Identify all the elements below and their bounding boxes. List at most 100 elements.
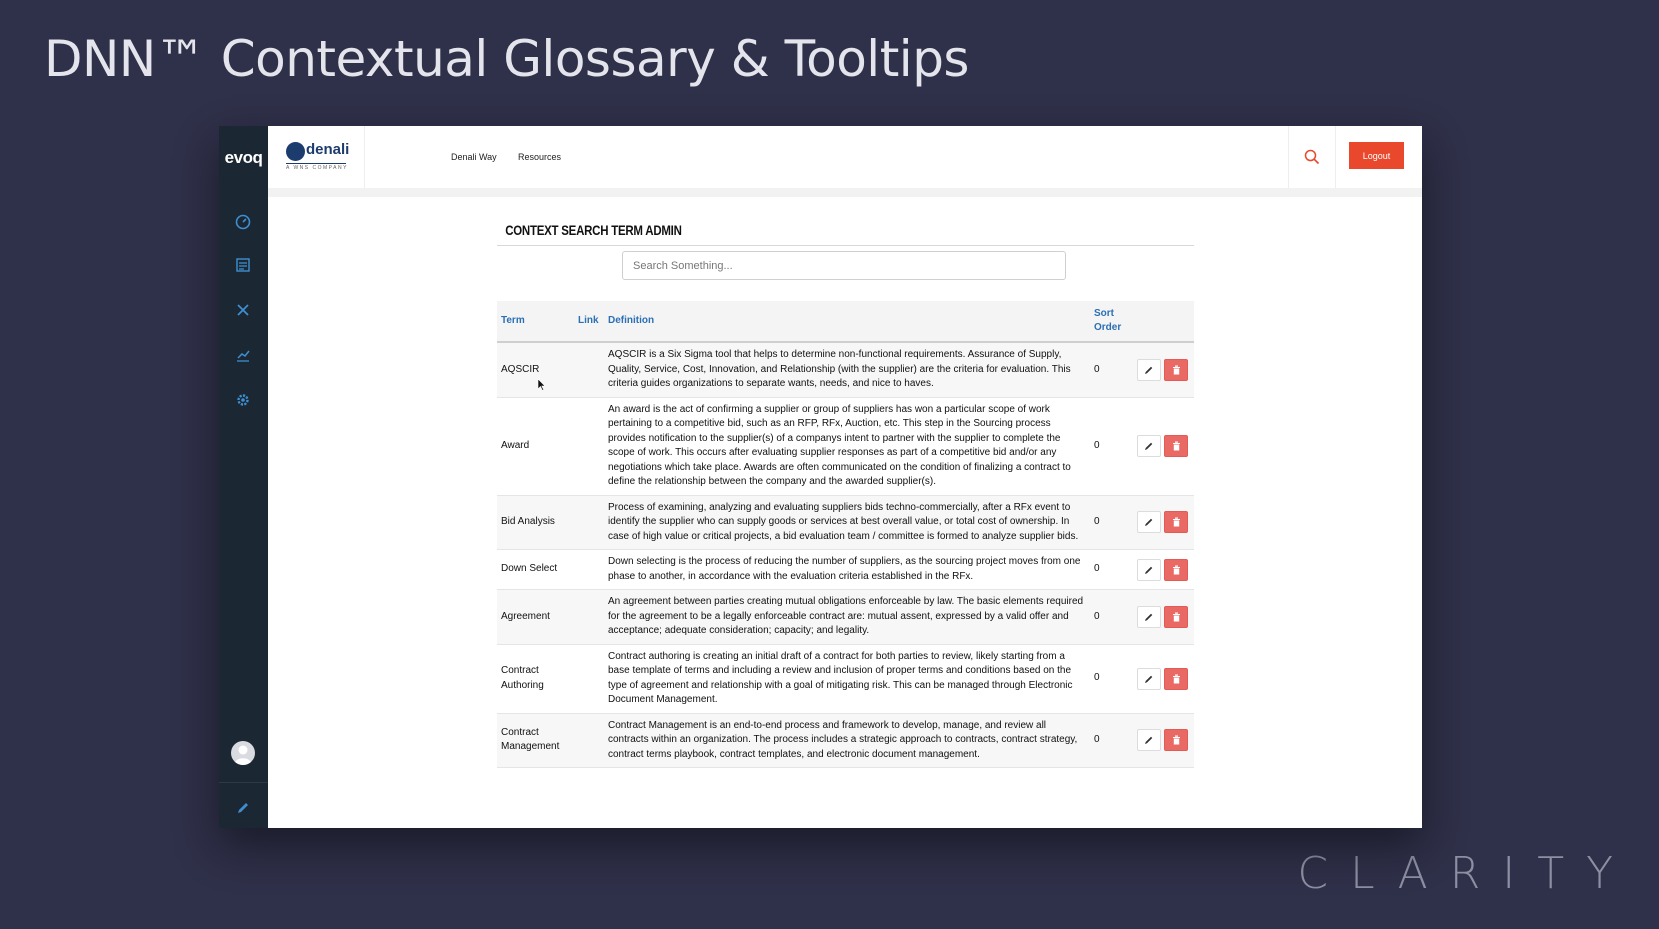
nav-resources[interactable]: Resources bbox=[518, 152, 561, 162]
actions-cell bbox=[1130, 589, 1194, 645]
glossary-table: Term Link Definition Sort Order AQSCIR A… bbox=[497, 301, 1194, 768]
table-row: Down Select Down selecting is the proces… bbox=[497, 549, 1194, 590]
edit-button[interactable] bbox=[1137, 435, 1161, 457]
pencil-icon bbox=[1145, 518, 1153, 527]
pencil-icon bbox=[1145, 736, 1153, 745]
delete-button[interactable] bbox=[1164, 729, 1188, 752]
sort-order-cell: 0 bbox=[1090, 495, 1130, 550]
search-input[interactable] bbox=[622, 251, 1066, 280]
delete-button[interactable] bbox=[1164, 558, 1188, 581]
header-search-button[interactable] bbox=[1288, 126, 1336, 188]
nav-denali-way[interactable]: Denali Way bbox=[451, 152, 497, 162]
actions-cell bbox=[1130, 342, 1194, 398]
sort-order-cell: 0 bbox=[1090, 644, 1130, 714]
table-row: Award An award is the act of confirming … bbox=[497, 397, 1194, 496]
page-title: CONTEXT SEARCH TERM ADMIN bbox=[505, 222, 682, 238]
table-row: Agreement An agreement between parties c… bbox=[497, 589, 1194, 645]
user-avatar[interactable] bbox=[231, 741, 255, 765]
term-cell: AQSCIR bbox=[497, 342, 574, 398]
link-cell bbox=[574, 549, 604, 590]
edit-button[interactable] bbox=[1137, 729, 1161, 752]
title-divider bbox=[497, 245, 1194, 246]
analytics-icon[interactable] bbox=[232, 344, 254, 366]
col-sort-order[interactable]: Sort Order bbox=[1090, 301, 1130, 343]
pencil-icon[interactable] bbox=[232, 797, 254, 819]
edit-button[interactable] bbox=[1137, 511, 1161, 534]
definition-cell: Down selecting is the process of reducin… bbox=[604, 549, 1090, 590]
edit-button[interactable] bbox=[1137, 358, 1161, 381]
edit-button[interactable] bbox=[1137, 605, 1161, 628]
trash-icon bbox=[1172, 517, 1180, 527]
actions-cell bbox=[1130, 495, 1194, 550]
content-icon[interactable] bbox=[232, 254, 254, 276]
definition-cell: Contract authoring is creating an initia… bbox=[604, 644, 1090, 714]
term-cell: Down Select bbox=[497, 549, 574, 590]
denali-logo-subtitle: A WNS COMPANY bbox=[286, 163, 348, 171]
sort-order-cell: 0 bbox=[1090, 342, 1130, 398]
link-cell bbox=[574, 397, 604, 496]
delete-button[interactable] bbox=[1164, 511, 1188, 534]
pencil-icon bbox=[1145, 566, 1153, 574]
settings-icon[interactable] bbox=[232, 389, 254, 411]
trash-icon bbox=[1172, 612, 1180, 622]
denali-mountain-icon bbox=[286, 142, 305, 161]
trash-icon bbox=[1172, 565, 1180, 574]
pencil-icon bbox=[1145, 613, 1153, 621]
denali-logo[interactable]: denali A WNS COMPANY bbox=[268, 126, 365, 188]
actions-cell bbox=[1130, 397, 1194, 496]
link-cell bbox=[574, 342, 604, 398]
delete-button[interactable] bbox=[1164, 435, 1188, 457]
sort-order-cell: 0 bbox=[1090, 713, 1130, 768]
sort-order-cell: 0 bbox=[1090, 589, 1130, 645]
pencil-icon bbox=[1145, 442, 1153, 450]
search-icon bbox=[1304, 149, 1320, 165]
definition-cell: AQSCIR is a Six Sigma tool that helps to… bbox=[604, 342, 1090, 398]
col-actions bbox=[1130, 301, 1194, 343]
trash-icon bbox=[1172, 735, 1180, 745]
context-search-admin-panel: CONTEXT SEARCH TERM ADMIN Term Link Defi… bbox=[497, 220, 1194, 768]
evoq-logo[interactable]: evoq bbox=[219, 148, 268, 168]
delete-button[interactable] bbox=[1164, 358, 1188, 381]
term-cell: Agreement bbox=[497, 589, 574, 645]
table-row: Bid Analysis Process of examining, analy… bbox=[497, 495, 1194, 550]
actions-cell bbox=[1130, 549, 1194, 590]
rail-divider bbox=[219, 782, 268, 783]
site-header: denali A WNS COMPANY Denali Way Resource… bbox=[268, 126, 1422, 189]
table-row: Contract Authoring Contract authoring is… bbox=[497, 644, 1194, 714]
trash-icon bbox=[1172, 674, 1180, 683]
dashboard-icon[interactable] bbox=[232, 211, 254, 233]
edit-button[interactable] bbox=[1137, 667, 1161, 690]
header-subbar bbox=[268, 188, 1422, 197]
delete-button[interactable] bbox=[1164, 667, 1188, 690]
edit-button[interactable] bbox=[1137, 558, 1161, 581]
definition-cell: An award is the act of confirming a supp… bbox=[604, 397, 1090, 496]
col-term[interactable]: Term bbox=[497, 301, 574, 343]
link-cell bbox=[574, 589, 604, 645]
tools-icon[interactable] bbox=[232, 299, 254, 321]
definition-cell: Contract Management is an end-to-end pro… bbox=[604, 713, 1090, 768]
term-cell: Contract Authoring bbox=[497, 644, 574, 714]
term-search bbox=[622, 251, 1066, 280]
col-link[interactable]: Link bbox=[574, 301, 604, 343]
app-window: evoq denali A WNS COMPANY Denali Way Res… bbox=[219, 126, 1422, 828]
link-cell bbox=[574, 644, 604, 714]
pencil-icon bbox=[1145, 366, 1153, 374]
sort-order-cell: 0 bbox=[1090, 397, 1130, 496]
actions-cell bbox=[1130, 713, 1194, 768]
clarity-brand-logo: CLARITY bbox=[1297, 848, 1635, 899]
pencil-icon bbox=[1145, 675, 1153, 683]
logout-button[interactable]: Logout bbox=[1349, 142, 1404, 169]
term-cell: Bid Analysis bbox=[497, 495, 574, 550]
definition-cell: Process of examining, analyzing and eval… bbox=[604, 495, 1090, 550]
definition-cell: An agreement between parties creating mu… bbox=[604, 589, 1090, 645]
link-cell bbox=[574, 495, 604, 550]
link-cell bbox=[574, 713, 604, 768]
col-definition[interactable]: Definition bbox=[604, 301, 1090, 343]
table-row: Contract Management Contract Management … bbox=[497, 713, 1194, 768]
delete-button[interactable] bbox=[1164, 605, 1188, 628]
actions-cell bbox=[1130, 644, 1194, 714]
table-header-row: Term Link Definition Sort Order bbox=[497, 301, 1194, 343]
term-cell: Contract Management bbox=[497, 713, 574, 768]
denali-logo-word: denali bbox=[306, 141, 350, 158]
mouse-cursor-icon bbox=[538, 379, 546, 391]
